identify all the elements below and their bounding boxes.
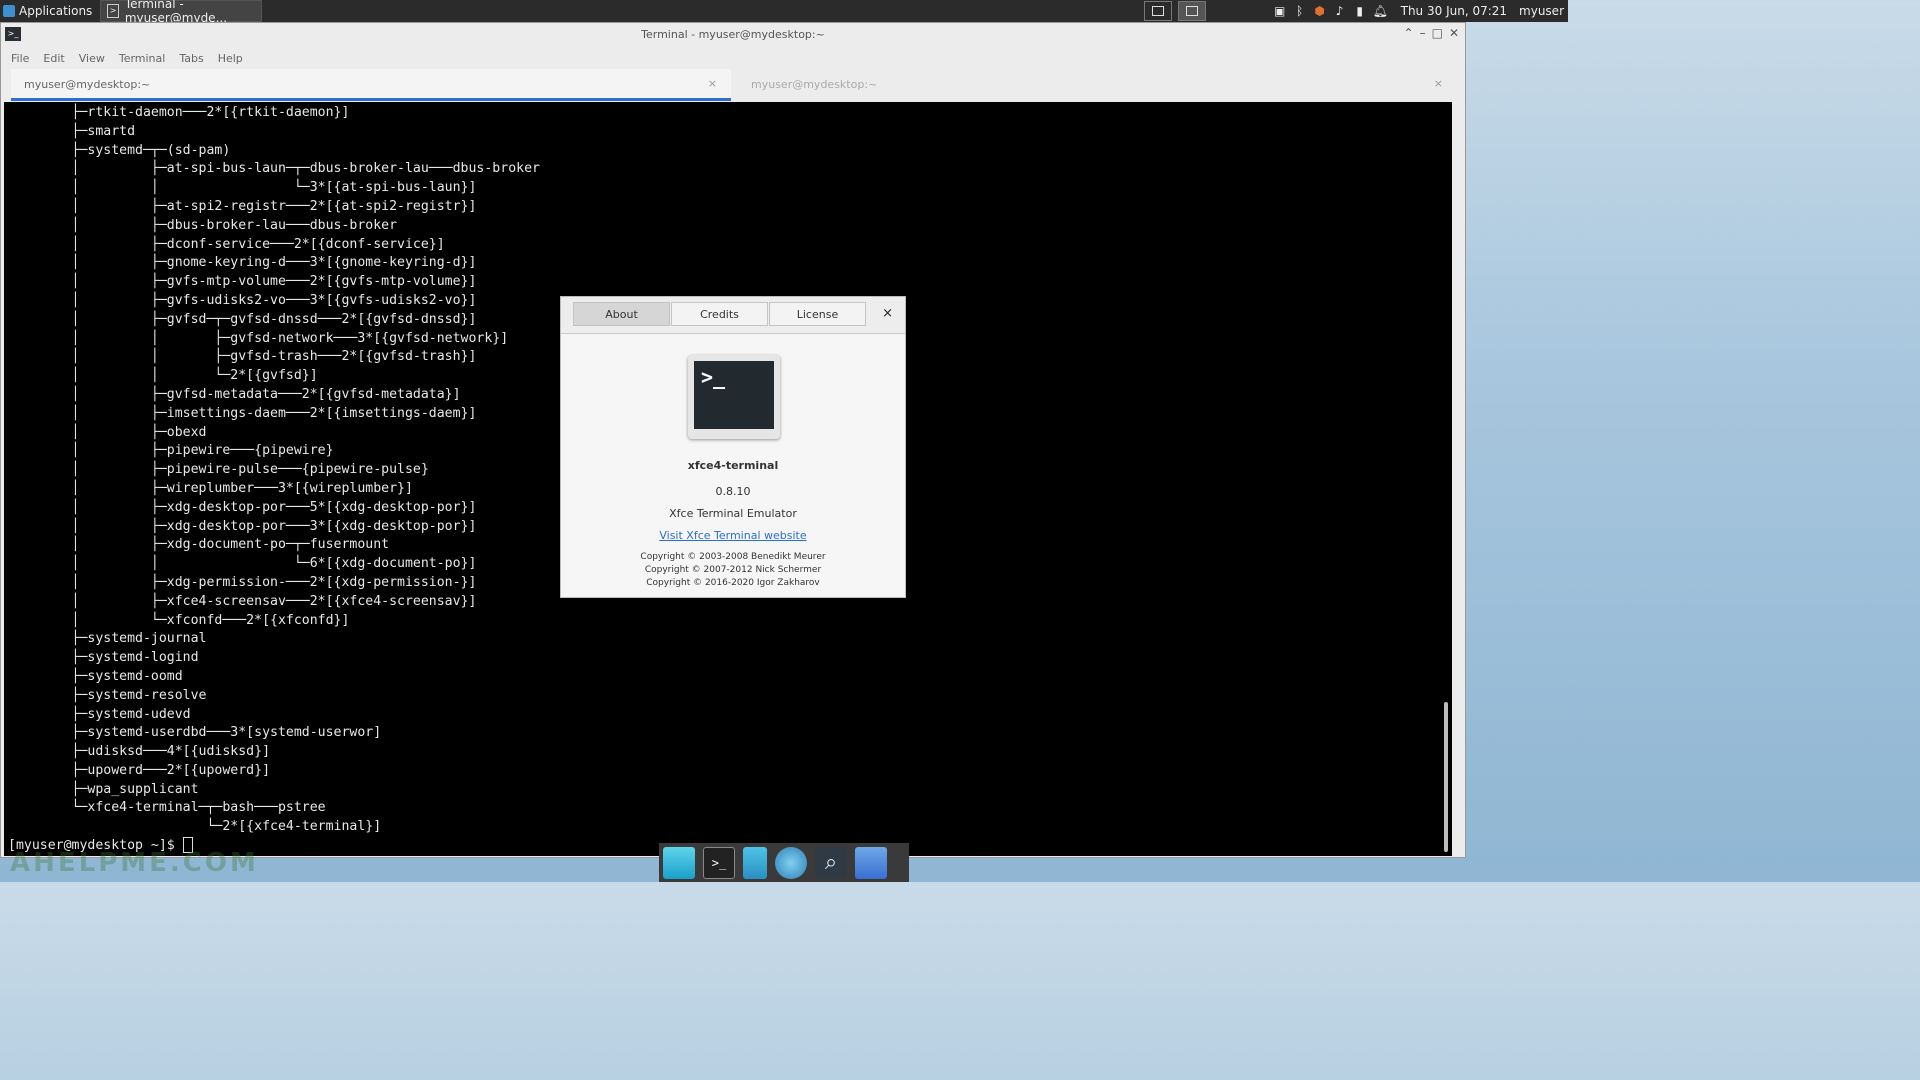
maximize-icon[interactable]: □ — [1432, 26, 1443, 40]
tab-about[interactable]: About — [573, 302, 670, 326]
workspace-2[interactable] — [1178, 1, 1206, 21]
about-dialog-header: About Credits License × — [561, 297, 905, 334]
menu-edit[interactable]: Edit — [43, 52, 64, 65]
clock[interactable]: Thu 30 Jun, 07:21 — [1401, 4, 1507, 18]
app-version: 0.8.10 — [715, 485, 751, 498]
web-browser-icon[interactable] — [775, 846, 807, 879]
tab-1[interactable]: myuser@mydesktop:~ × — [11, 69, 731, 101]
terminal-icon[interactable]: >_ — [703, 846, 735, 879]
desktop-icon[interactable] — [663, 846, 695, 879]
update-icon[interactable]: ⬢ — [1313, 4, 1327, 18]
tab-bar: myuser@mydesktop:~ × myuser@mydesktop:~ … — [1, 69, 1465, 101]
dialog-close-icon[interactable]: × — [882, 306, 893, 321]
app-name: xfce4-terminal — [687, 459, 779, 472]
tab-credits[interactable]: Credits — [671, 302, 768, 326]
copyright-line: Copyright © 2007-2012 Nick Schermer — [644, 565, 822, 575]
minimize-icon[interactable]: – — [1420, 26, 1426, 40]
search-icon[interactable]: ⌕ — [815, 846, 847, 879]
folder-icon[interactable] — [855, 846, 887, 879]
tab-label: myuser@mydesktop:~ — [751, 78, 878, 91]
shade-icon[interactable]: ⌃ — [1404, 26, 1414, 40]
volume-icon[interactable]: ♪ — [1333, 4, 1347, 18]
close-icon[interactable]: ✕ — [1449, 26, 1459, 40]
tab-close-icon[interactable]: × — [708, 77, 717, 90]
pstree-output: ├─rtkit-daemon───2*[{rtkit-daemon}] ├─sm… — [71, 105, 540, 835]
file-manager-icon[interactable] — [743, 846, 767, 879]
notifications-icon[interactable]: 🔔︎ — [1373, 4, 1388, 18]
taskbar-item-terminal[interactable]: > Terminal - myuser@myde... — [100, 0, 263, 25]
watermark: AHELPME.COM — [10, 848, 259, 878]
copyright-line: Copyright © 2003-2008 Benedikt Meurer — [640, 552, 826, 562]
terminal-app-icon-large: >_ — [688, 355, 780, 439]
bluetooth-icon[interactable]: ᛒ — [1293, 4, 1307, 18]
tab-label: myuser@mydesktop:~ — [24, 78, 151, 91]
tab-license[interactable]: License — [769, 302, 866, 326]
window-controls: ⌃ – □ ✕ — [1404, 26, 1459, 40]
menu-file[interactable]: File — [11, 52, 29, 65]
system-tray: ▣ ᛒ ⬢ ♪ ▮ 🔔︎ Thu 30 Jun, 07:21 myuser — [1273, 0, 1568, 22]
workspace-1[interactable] — [1144, 1, 1172, 21]
about-dialog: About Credits License × >_ xfce4-termina… — [560, 296, 906, 598]
menu-help[interactable]: Help — [218, 52, 243, 65]
tab-close-icon[interactable]: × — [1434, 77, 1443, 90]
website-link[interactable]: Visit Xfce Terminal website — [561, 529, 905, 542]
about-dialog-tabs: About Credits License — [573, 302, 867, 326]
terminal-scrollbar[interactable] — [1444, 702, 1448, 852]
xfce-logo-icon — [3, 5, 15, 17]
app-description: Xfce Terminal Emulator — [669, 507, 797, 520]
menu-terminal[interactable]: Terminal — [119, 52, 166, 65]
window-titlebar[interactable]: >_ Terminal - myuser@mydesktop:~ ⌃ – □ ✕ — [1, 23, 1465, 47]
applications-menu[interactable]: Applications — [0, 0, 98, 22]
network-icon[interactable]: ▣ — [1273, 4, 1287, 18]
menu-tabs[interactable]: Tabs — [179, 52, 203, 65]
dock: >_ ⌕ — [659, 843, 909, 882]
copyright-line: Copyright © 2016-2020 Igor Zakharov — [646, 578, 820, 588]
menu-bar: File Edit View Terminal Tabs Help — [1, 47, 1465, 69]
top-panel: Applications > Terminal - myuser@myde...… — [0, 0, 1568, 25]
menu-view[interactable]: View — [79, 52, 105, 65]
terminal-icon: > — [107, 4, 119, 18]
battery-icon[interactable]: ▮ — [1353, 4, 1367, 18]
applications-label: Applications — [19, 4, 93, 18]
window-title: Terminal - myuser@mydesktop:~ — [641, 28, 825, 41]
user-menu[interactable]: myuser — [1519, 4, 1564, 18]
tab-2[interactable]: myuser@mydesktop:~ × — [731, 69, 1457, 101]
